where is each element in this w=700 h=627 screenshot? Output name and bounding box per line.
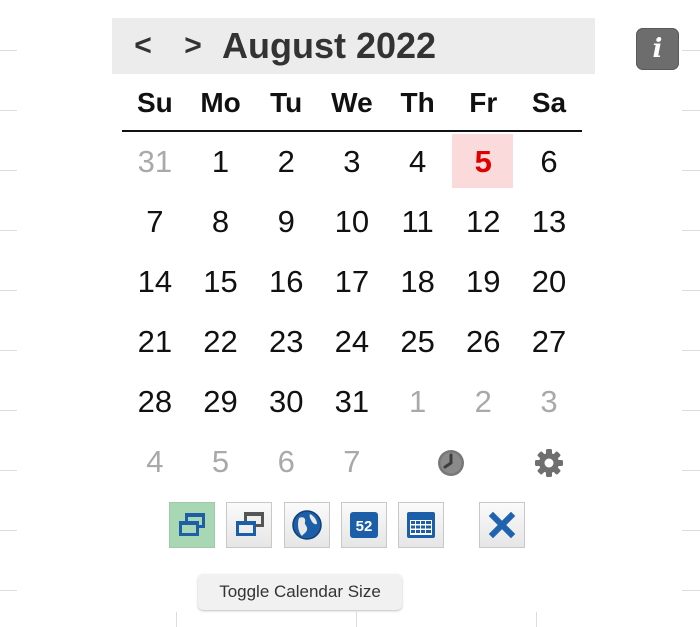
day-cell[interactable]: 11 [385,192,451,252]
day-cell[interactable]: 4 [385,132,451,192]
weekday-label: Su [136,87,173,118]
day-cell[interactable]: 21 [122,312,188,372]
day-cell[interactable]: 14 [122,252,188,312]
day-cell[interactable]: 30 [253,372,319,432]
day-cell[interactable]: 23 [253,312,319,372]
day-cell[interactable]: 3 [319,132,385,192]
day-cell[interactable]: 22 [188,312,254,372]
day-cell-today[interactable]: 5 [450,132,516,192]
calendar-grid-icon [407,512,435,538]
info-button[interactable]: i [636,28,679,70]
close-icon [488,511,516,539]
day-cell[interactable]: 26 [450,312,516,372]
info-icon: i [652,34,663,64]
day-cell[interactable]: 8 [188,192,254,252]
day-cell[interactable]: 4 [122,432,188,492]
calendar-toolbar: 52 [0,502,700,550]
day-cell[interactable]: 31 [319,372,385,432]
day-cell[interactable]: 20 [516,252,582,312]
weekday-label: Th [400,87,435,118]
week-row: 31 1 2 3 4 5 6 [122,132,582,192]
day-cell[interactable]: 17 [319,252,385,312]
calendar-header: < > August 2022 [112,18,595,74]
svg-text:52: 52 [356,518,373,535]
week-row: 14 15 16 17 18 19 20 [122,252,582,312]
weekday-label: Tu [270,87,303,118]
weekday-label: Sa [531,87,567,118]
day-cell[interactable]: 1 [188,132,254,192]
day-cell[interactable]: 25 [385,312,451,372]
day-cell[interactable]: 13 [516,192,582,252]
globe-button[interactable] [284,502,330,548]
day-cell[interactable]: 7 [122,192,188,252]
week-row: 28 29 30 31 1 2 3 [122,372,582,432]
next-month-extra-row: 4 5 6 7 [122,432,582,492]
week-number-icon: 52 [350,512,378,538]
day-cell[interactable]: 15 [188,252,254,312]
weekday-label: Fr [469,87,498,118]
day-cell[interactable]: 1 [385,372,451,432]
day-cell[interactable]: 6 [253,432,319,492]
globe-icon [292,510,322,540]
day-cell[interactable]: 5 [188,432,254,492]
week-number-button[interactable]: 52 [341,502,387,548]
week-row: 7 8 9 10 11 12 13 [122,192,582,252]
window-button[interactable] [226,502,272,548]
gear-icon[interactable] [533,447,565,479]
day-cell[interactable]: 2 [253,132,319,192]
day-cell[interactable]: 27 [516,312,582,372]
day-cell[interactable]: 3 [516,372,582,432]
prev-month-button[interactable]: < [128,29,158,63]
day-cell[interactable]: 6 [516,132,582,192]
day-cell[interactable]: 24 [319,312,385,372]
weekday-label: We [331,87,373,118]
window-stack-icon [236,512,264,536]
week-row: 21 22 23 24 25 26 27 [122,312,582,372]
day-cell[interactable]: 2 [450,372,516,432]
close-button[interactable] [479,502,525,548]
next-month-button[interactable]: > [178,29,208,63]
day-cell[interactable]: 18 [385,252,451,312]
day-cell[interactable]: 28 [122,372,188,432]
weekday-header: Su Mo Tu We Th Fr Sa [122,84,582,132]
day-cell[interactable]: 31 [122,132,188,192]
toggle-size-button[interactable] [169,502,215,548]
window-restore-icon [179,513,205,536]
month-title[interactable]: August 2022 [222,25,436,67]
day-cell[interactable]: 29 [188,372,254,432]
day-cell[interactable]: 9 [253,192,319,252]
day-cell[interactable]: 16 [253,252,319,312]
tooltip: Toggle Calendar Size [198,574,402,610]
weekday-label: Mo [200,87,241,118]
day-cell[interactable]: 10 [319,192,385,252]
day-grid: 31 1 2 3 4 5 6 7 8 9 10 11 12 13 14 15 16 17 18 19 20 21 22 23 2… [122,132,582,432]
day-cell[interactable]: 7 [319,432,385,492]
calendar-grid-button[interactable] [398,502,444,548]
day-cell[interactable]: 19 [450,252,516,312]
clock-icon[interactable] [436,448,466,478]
day-cell[interactable]: 12 [450,192,516,252]
